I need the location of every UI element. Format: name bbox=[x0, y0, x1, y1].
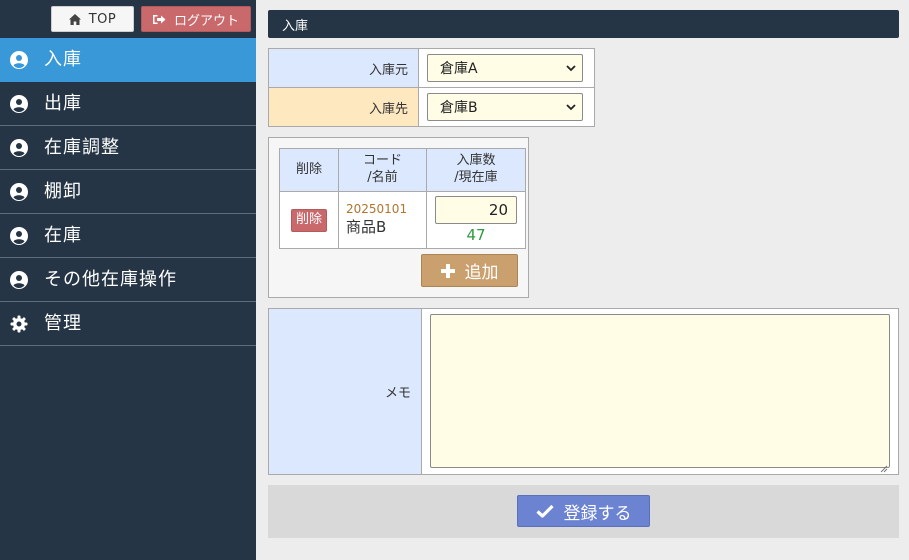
user-circle-icon bbox=[10, 138, 28, 157]
footer-bar: 登録する bbox=[268, 485, 899, 538]
nav-item-zaiko-chosei[interactable]: 在庫調整 bbox=[0, 126, 256, 170]
nav-item-label: 在庫 bbox=[44, 224, 82, 246]
header-code-line1: コード bbox=[362, 153, 402, 169]
resize-grip-icon[interactable] bbox=[880, 458, 888, 472]
nav-item-label: 棚卸 bbox=[44, 180, 82, 202]
from-warehouse-select[interactable]: 倉庫A bbox=[427, 54, 583, 82]
user-circle-icon bbox=[10, 270, 28, 289]
nav-item-label: その他在庫操作 bbox=[44, 268, 177, 290]
memo-table: メモ bbox=[268, 308, 899, 475]
from-warehouse-value: 倉庫A bbox=[440, 61, 478, 77]
table-row: 削除 20250101 商品B 20 47 bbox=[279, 191, 526, 249]
sidebar: TOP ログアウト 入庫 出庫 在庫調整 棚卸 在庫 その他在庫操作 管理 bbox=[0, 0, 256, 560]
nav-item-nyuko[interactable]: 入庫 bbox=[0, 38, 256, 82]
nav-item-label: 入庫 bbox=[44, 48, 82, 70]
top-button[interactable]: TOP bbox=[51, 6, 134, 32]
add-item-label: 追加 bbox=[464, 263, 499, 283]
nav-item-other-ops[interactable]: その他在庫操作 bbox=[0, 258, 256, 302]
home-icon bbox=[68, 13, 81, 25]
header-delete: 削除 bbox=[279, 148, 339, 192]
top-button-label: TOP bbox=[88, 11, 117, 27]
side-nav: 入庫 出庫 在庫調整 棚卸 在庫 その他在庫操作 管理 bbox=[0, 38, 256, 346]
submit-label: 登録する bbox=[563, 503, 632, 524]
page-title: 入庫 bbox=[268, 10, 899, 38]
memo-label: メモ bbox=[268, 308, 422, 475]
items-table: 削除 コード /名前 入庫数 /現在庫 削除 20250101 商品B 20 4… bbox=[279, 148, 526, 249]
nav-item-kanri[interactable]: 管理 bbox=[0, 302, 256, 346]
nav-item-label: 出庫 bbox=[44, 92, 82, 114]
main-content: 入庫 入庫元 倉庫A 入庫先 倉庫B 削除 コード /名前 入庫数 /現在庫 削… bbox=[268, 10, 899, 538]
to-label: 入庫先 bbox=[268, 87, 419, 127]
sign-out-icon bbox=[152, 14, 166, 25]
nav-item-label: 在庫調整 bbox=[44, 136, 120, 158]
top-buttons: TOP ログアウト bbox=[51, 6, 251, 32]
item-name: 商品B bbox=[346, 218, 387, 237]
delete-row-button[interactable]: 削除 bbox=[290, 209, 327, 232]
header-code-line2: /名前 bbox=[367, 170, 398, 185]
memo-textarea[interactable] bbox=[430, 313, 890, 472]
user-circle-icon bbox=[10, 182, 28, 201]
to-warehouse-value: 倉庫B bbox=[440, 100, 478, 116]
header-qty-line2: /現在庫 bbox=[454, 170, 498, 185]
nav-item-tanaoroshi[interactable]: 棚卸 bbox=[0, 170, 256, 214]
quantity-input[interactable]: 20 bbox=[435, 196, 517, 224]
nav-item-label: 管理 bbox=[44, 312, 82, 334]
nav-item-zaiko[interactable]: 在庫 bbox=[0, 214, 256, 258]
header-code: コード /名前 bbox=[338, 148, 427, 192]
logout-button[interactable]: ログアウト bbox=[141, 6, 251, 32]
nav-item-shukko[interactable]: 出庫 bbox=[0, 82, 256, 126]
add-item-button[interactable]: 追加 bbox=[421, 254, 518, 287]
current-stock: 47 bbox=[466, 226, 486, 244]
gear-icon bbox=[10, 315, 28, 333]
submit-button[interactable]: 登録する bbox=[517, 495, 650, 527]
plus-icon bbox=[440, 263, 455, 278]
user-circle-icon bbox=[10, 226, 28, 245]
user-circle-icon bbox=[10, 50, 28, 69]
header-qty: 入庫数 /現在庫 bbox=[426, 148, 526, 192]
logout-button-label: ログアウト bbox=[173, 13, 239, 29]
user-circle-icon bbox=[10, 94, 28, 113]
chevron-down-icon bbox=[566, 103, 576, 111]
to-warehouse-select[interactable]: 倉庫B bbox=[427, 93, 583, 121]
header-qty-line1: 入庫数 bbox=[456, 153, 496, 169]
route-table: 入庫元 倉庫A 入庫先 倉庫B bbox=[268, 48, 595, 127]
check-icon bbox=[535, 504, 554, 518]
from-label: 入庫元 bbox=[268, 48, 419, 88]
items-panel: 削除 コード /名前 入庫数 /現在庫 削除 20250101 商品B 20 4… bbox=[268, 137, 529, 298]
chevron-down-icon bbox=[566, 64, 576, 72]
item-code: 20250101 bbox=[346, 202, 408, 217]
